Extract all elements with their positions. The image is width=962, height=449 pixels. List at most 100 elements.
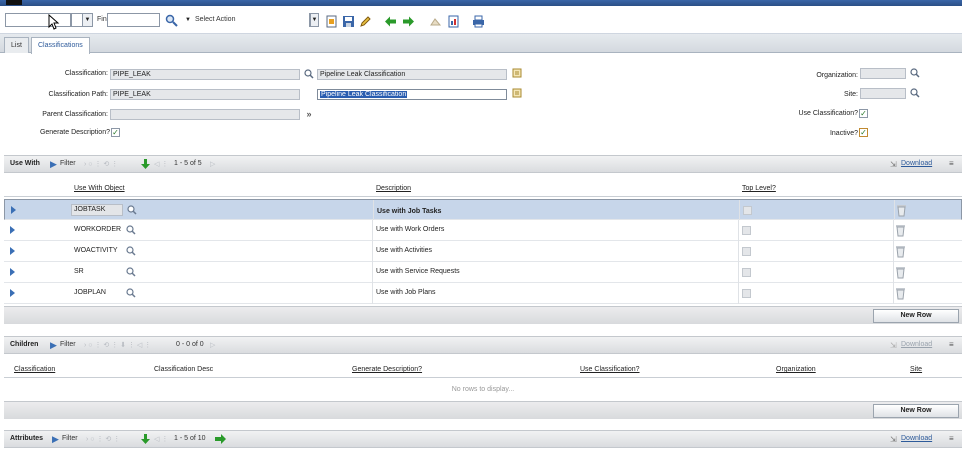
row-expand-icon[interactable]: [10, 268, 15, 276]
use-with-object-cell[interactable]: WOACTIVITY: [74, 247, 118, 254]
generate-description-checkbox[interactable]: ✓: [111, 128, 120, 137]
chevron-down-icon[interactable]: ▼: [185, 17, 191, 23]
report-icon[interactable]: [446, 14, 460, 28]
edit-pencil-icon[interactable]: [358, 14, 372, 28]
column-classification[interactable]: Classification: [14, 366, 55, 373]
menu-icon[interactable]: ≡: [949, 340, 954, 349]
search-icon[interactable]: [910, 68, 920, 78]
table-row[interactable]: WOACTIVITY Use with Activities: [4, 241, 962, 262]
use-with-object-cell[interactable]: JOBTASK: [71, 204, 123, 216]
menu-icon[interactable]: ≡: [949, 159, 954, 168]
selected-text: Pipeline Leak Classification: [320, 91, 408, 98]
row-expand-icon[interactable]: [10, 289, 15, 297]
action-dropdown[interactable]: ▼: [309, 13, 319, 27]
go-to-icon[interactable]: »: [304, 109, 314, 119]
filter-icon[interactable]: ▶: [52, 434, 59, 445]
long-description-icon[interactable]: [512, 88, 522, 98]
site-field[interactable]: [860, 88, 906, 99]
save-icon[interactable]: [341, 14, 355, 28]
download-arrow-icon[interactable]: [141, 434, 150, 446]
previous-page-icon[interactable]: ◁ ⋮: [154, 435, 168, 443]
use-with-object-cell[interactable]: WORKORDER: [74, 226, 121, 233]
search-icon[interactable]: [127, 205, 137, 220]
row-expand-icon[interactable]: [11, 206, 16, 214]
table-row[interactable]: SR Use with Service Requests: [4, 262, 962, 283]
parent-classification-label: Parent Classification:: [42, 111, 108, 118]
search-icon[interactable]: [126, 225, 136, 237]
column-divider: [893, 220, 894, 241]
tab-list[interactable]: List: [4, 37, 29, 53]
table-row[interactable]: WORKORDER Use with Work Orders: [4, 220, 962, 241]
download-arrow-icon[interactable]: [141, 159, 150, 171]
tab-classifications[interactable]: Classifications: [31, 37, 90, 54]
print-icon[interactable]: [471, 14, 485, 28]
top-level-checkbox[interactable]: [742, 289, 751, 298]
top-level-checkbox[interactable]: [742, 226, 751, 235]
parent-classification-field[interactable]: [110, 109, 300, 120]
search-icon[interactable]: [164, 13, 178, 27]
next-arrow-icon[interactable]: [401, 14, 415, 28]
search-icon[interactable]: [126, 288, 136, 300]
new-record-icon[interactable]: [324, 14, 338, 28]
search-icon[interactable]: [126, 246, 136, 258]
next-page-icon[interactable]: [215, 434, 226, 446]
select-action-label[interactable]: Select Action: [195, 16, 235, 23]
bulletin-icon[interactable]: [428, 14, 442, 28]
description-cell: Use with Job Plans: [376, 289, 436, 296]
new-row-button[interactable]: New Row: [873, 309, 959, 323]
trash-icon[interactable]: [895, 223, 906, 239]
menu-icon[interactable]: ≡: [949, 434, 954, 443]
classification-description-field[interactable]: Pipeline Leak Classification: [317, 69, 507, 80]
use-classification-checkbox[interactable]: ✓: [859, 109, 868, 118]
column-organization[interactable]: Organization: [776, 366, 816, 373]
download-icon: ⇲: [890, 160, 897, 169]
filter-link[interactable]: Filter: [60, 160, 76, 167]
classification-path-field[interactable]: PIPE_LEAK: [110, 89, 300, 100]
trash-icon[interactable]: [895, 244, 906, 260]
download-link[interactable]: Download: [901, 341, 932, 348]
top-level-checkbox[interactable]: [742, 268, 751, 277]
inactive-checkbox[interactable]: ✓: [859, 128, 868, 137]
table-row[interactable]: JOBTASK Use with Job Tasks: [4, 199, 962, 221]
filter-link[interactable]: Filter: [60, 341, 76, 348]
search-icon[interactable]: [126, 267, 136, 279]
filter-icon[interactable]: ▶: [50, 159, 57, 170]
row-expand-icon[interactable]: [10, 226, 15, 234]
column-use-with-object[interactable]: Use With Object: [74, 185, 125, 192]
page-count: 0 - 0 of 0: [176, 341, 204, 348]
new-row-button[interactable]: New Row: [873, 404, 959, 418]
table-row[interactable]: JOBPLAN Use with Job Plans: [4, 283, 962, 304]
download-link[interactable]: Download: [901, 160, 932, 167]
organization-field[interactable]: [860, 68, 906, 79]
search-icon[interactable]: [304, 69, 314, 79]
previous-arrow-icon[interactable]: [383, 14, 397, 28]
filter-icon[interactable]: ▶: [50, 340, 57, 351]
column-description[interactable]: Description: [376, 185, 411, 192]
toolbar-separators: › ○ ⋮ ⟲ ⋮ ⬇ ⋮ ◁ ⋮: [84, 342, 152, 349]
next-page-icon[interactable]: ▷: [210, 160, 215, 168]
find-input[interactable]: [107, 13, 160, 27]
next-page-icon[interactable]: ▷: [210, 341, 215, 349]
top-level-checkbox[interactable]: [742, 247, 751, 256]
classification-field[interactable]: PIPE_LEAK: [110, 69, 300, 80]
filter-link[interactable]: Filter: [62, 435, 78, 442]
use-with-object-cell[interactable]: SR: [74, 268, 84, 275]
previous-page-icon[interactable]: ◁ ⋮: [154, 160, 168, 168]
bookmark-select[interactable]: [5, 13, 71, 27]
long-description-icon[interactable]: [512, 68, 522, 78]
column-top-level[interactable]: Top Level?: [742, 185, 776, 192]
download-link[interactable]: Download: [901, 435, 932, 442]
column-generate-description[interactable]: Generate Description?: [352, 366, 422, 373]
trash-icon[interactable]: [895, 265, 906, 281]
use-with-object-cell[interactable]: JOBPLAN: [74, 289, 106, 296]
query-dropdown[interactable]: ▼: [71, 13, 93, 27]
classification-path-description-field[interactable]: Pipeline Leak Classification: [317, 89, 507, 100]
column-classification-desc[interactable]: Classification Desc: [154, 366, 213, 373]
row-expand-icon[interactable]: [10, 247, 15, 255]
column-divider: [738, 262, 739, 283]
search-icon[interactable]: [910, 88, 920, 98]
column-site[interactable]: Site: [910, 366, 922, 373]
top-level-checkbox[interactable]: [743, 206, 752, 215]
trash-icon[interactable]: [895, 286, 906, 302]
column-use-classification[interactable]: Use Classification?: [580, 366, 640, 373]
